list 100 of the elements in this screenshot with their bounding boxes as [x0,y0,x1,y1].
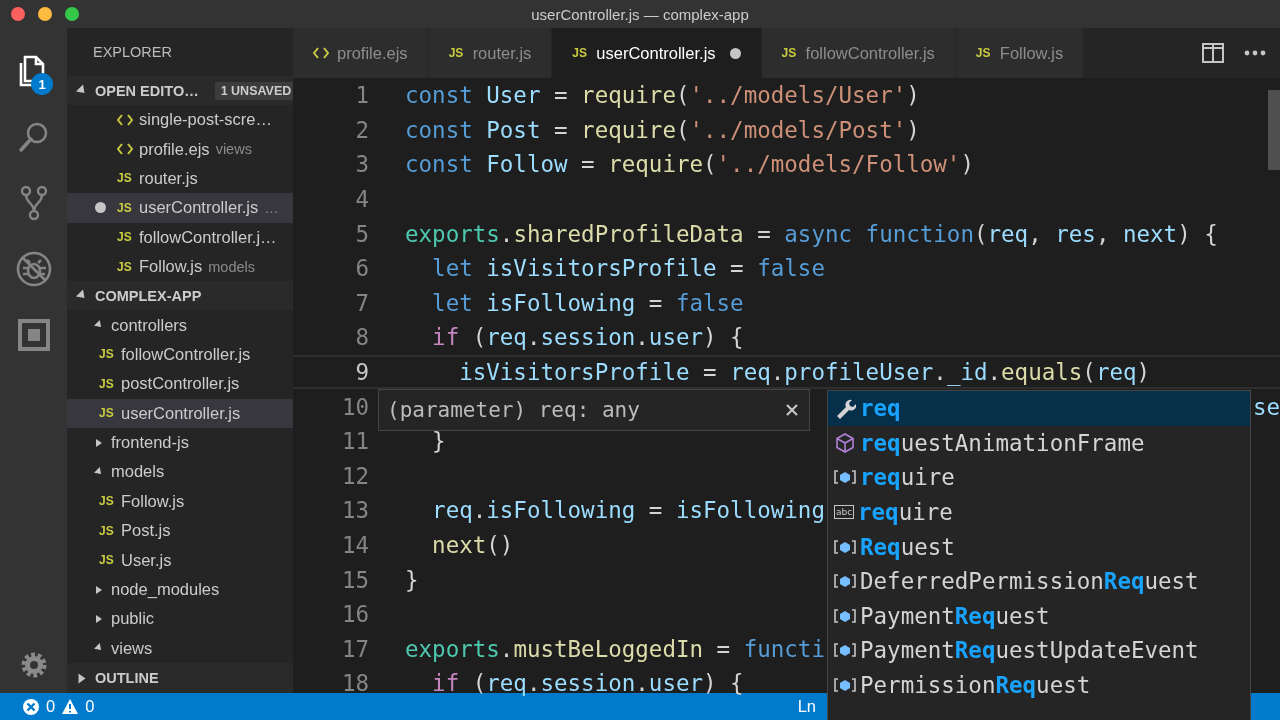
editor-tab[interactable]: profile.ejs [293,28,429,78]
scrollbar-thumb[interactable] [1268,90,1280,170]
js-file-icon: JS [448,46,467,60]
no-bug-icon [14,250,53,288]
files-button[interactable]: 1 [0,38,67,104]
line-number: 8 [354,324,369,351]
code-line: exports.sharedProfileData = async function(req, res, next) { [405,220,1218,247]
js-file-icon: JS [117,171,135,186]
code-line: exports.mustBeLoggedIn = functi [405,635,825,662]
file-item[interactable]: JS Follow.js [67,486,293,517]
editor-tab[interactable]: JS userController.js [552,28,762,78]
file-item[interactable]: JS Post.js [67,516,293,546]
folder-item[interactable]: public [67,604,293,634]
close-window-button[interactable] [11,7,25,21]
js-file-icon: JS [99,523,117,538]
maximize-window-button[interactable] [65,7,79,21]
minimize-window-button[interactable] [38,7,52,21]
window-title: userController.js — complex-app [531,5,749,23]
suggestion-item[interactable]: PermissionRequest [828,667,1250,703]
code-line: req.isFollowing = isFollowing [431,497,825,524]
suggestion-item[interactable]: PaymentRequest [828,598,1250,634]
cursor-position[interactable]: Ln [797,697,816,716]
code-line: isVisitorsProfile = req.profileUser._id.equals(req) [458,359,1151,386]
suggestion-item[interactable]: PaymentRequestUpdateEvent [828,633,1250,668]
folder-item[interactable]: controllers [67,310,293,340]
more-actions-icon[interactable] [1244,50,1266,56]
js-file-icon: JS [117,200,135,215]
editor-tab[interactable]: JS router.js [428,28,553,78]
code-fragment: se [1252,393,1280,420]
line-number: 13 [340,497,369,524]
open-editor-item[interactable]: JS followController.j… [67,222,293,252]
file-item[interactable]: JS postController.js [67,369,293,399]
js-file-icon: JS [99,376,117,391]
close-icon[interactable] [785,403,799,417]
source-control-icon [18,185,49,221]
variable-icon [834,538,856,555]
line-number: 12 [340,462,369,489]
code-line: let isFollowing = false [431,289,744,316]
suggestion-item[interactable]: requestAnimationFrame [828,425,1250,461]
split-editor-icon[interactable] [1202,43,1224,63]
open-editor-item[interactable]: profile.ejs views [67,134,293,164]
js-file-icon: JS [99,494,117,509]
line-number: 3 [354,151,369,178]
suggestion-item[interactable]: DeferredPermissionRequest [828,563,1250,599]
suggestion-item[interactable]: req [828,391,1250,426]
open-editor-item[interactable]: JS userController.js … [67,193,293,223]
code-line: const Post = require('../models/Post') [405,116,920,143]
line-number: 11 [340,428,369,455]
open-editors-header[interactable]: OPEN EDITO… 1 UNSAVED [67,76,293,105]
folder-item[interactable]: node_modules [67,574,293,605]
js-file-icon: JS [781,46,800,60]
line-number: 4 [354,186,369,213]
hover-text: (parameter) req: any [387,398,640,422]
variable-icon [834,607,856,624]
line-number: 5 [354,220,369,247]
code-line: if (req.session.user) { [431,324,744,351]
open-editor-item[interactable]: JS router.js [67,163,293,194]
js-file-icon: JS [99,347,117,362]
text-icon: abc [834,505,854,520]
line-number: 16 [340,601,369,628]
open-editor-item[interactable]: single-post-scre… [67,105,293,135]
project-folder-header[interactable]: COMPLEX-APP [67,281,293,311]
line-number: 6 [354,255,369,282]
suggestion-item[interactable]: abc require [828,494,1250,530]
code-line: } [431,428,446,455]
suggestion-item[interactable]: Request [828,529,1250,564]
angle-brackets-icon [117,143,133,156]
folder-item[interactable]: models [67,457,293,487]
js-file-icon: JS [99,406,117,421]
variable-icon [834,469,856,486]
folder-item[interactable]: views [67,633,293,664]
line-number: 10 [340,393,369,420]
extensions-icon [17,319,50,351]
editor-tab[interactable]: JS followController.js [761,28,956,78]
line-number: 7 [354,289,369,316]
cube-icon [834,431,856,454]
file-item[interactable]: JS User.js [67,545,293,575]
open-editor-item[interactable]: JS Follow.js models [67,251,293,282]
file-item[interactable]: JS followController.js [67,339,293,370]
problems-indicator[interactable]: 0 0 [22,697,95,716]
line-number: 9 [354,359,369,386]
js-file-icon: JS [117,230,135,245]
line-number: 15 [340,566,369,593]
error-icon [22,697,40,716]
js-file-icon: JS [117,259,135,274]
line-number: 17 [340,635,369,662]
file-item[interactable]: JS userController.js [67,398,293,428]
unsaved-badge: 1 UNSAVED [214,81,293,100]
js-file-icon: JS [975,46,994,60]
code-line: } [405,566,419,593]
code-line: const Follow = require('../models/Follow') [405,151,974,178]
line-number: 18 [340,670,369,697]
outline-header[interactable]: OUTLINE [67,663,293,693]
warning-icon [61,698,80,715]
suggestion-item[interactable]: require [828,460,1250,495]
editor-tab[interactable]: JS Follow.js [955,28,1085,78]
folder-item[interactable]: frontend-js [67,427,293,458]
code-line: next() [431,532,514,558]
code-line: const User = require('../models/User') [405,82,920,109]
sidebar-title: EXPLORER [92,43,173,62]
